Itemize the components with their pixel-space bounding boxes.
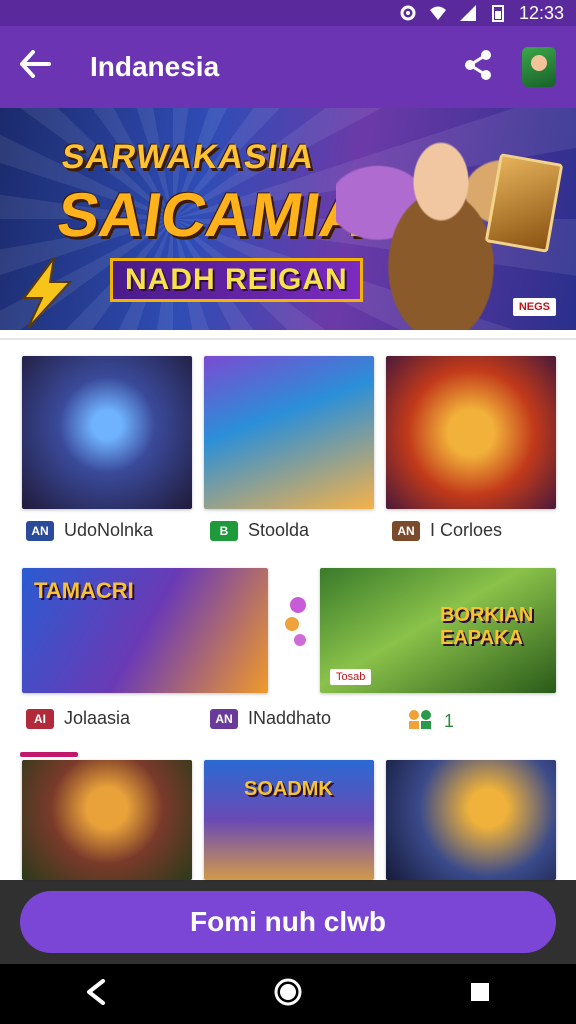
game-label[interactable]: AI Jolaasia: [26, 708, 130, 729]
game-title: INaddhato: [248, 708, 332, 728]
game-label[interactable]: AN UdoNolnka: [26, 520, 153, 541]
page-title: Indanesia: [90, 51, 220, 82]
game-card[interactable]: [386, 356, 556, 509]
signal-icon: [459, 4, 477, 22]
share-button[interactable]: [448, 37, 508, 97]
bottom-action-bar: Fomi nuh clwb: [0, 880, 576, 964]
status-bar: 12:33: [0, 0, 576, 26]
card-art-title: SOADMK: [244, 778, 333, 800]
system-nav-bar: [0, 964, 576, 1024]
settings-icon: [399, 4, 417, 22]
game-card[interactable]: [386, 760, 556, 880]
game-logo-icon: AN: [392, 520, 420, 541]
game-label[interactable]: AN INaddhato: [210, 708, 331, 729]
avatar[interactable]: [522, 47, 556, 87]
nav-home-button[interactable]: [258, 964, 318, 1024]
game-logo-icon: AI: [26, 708, 54, 729]
banner-badge: NEGS: [512, 298, 556, 316]
game-logo-icon: B: [210, 520, 238, 541]
wifi-icon: [429, 4, 447, 22]
card-chip: Tosab: [330, 669, 372, 685]
game-logo-icon: AN: [210, 708, 238, 729]
game-title: Jolaasia: [64, 708, 131, 728]
card-art: [22, 356, 192, 509]
game-logo-icon: AN: [26, 520, 54, 541]
game-label[interactable]: 1: [406, 708, 454, 735]
game-title: I Corloes: [430, 520, 503, 540]
nav-back-button[interactable]: [66, 964, 126, 1024]
people-icon: [406, 708, 434, 735]
nav-back-icon: [85, 978, 107, 1010]
game-label[interactable]: AN I Corloes: [392, 520, 502, 541]
back-arrow-icon: [19, 48, 51, 87]
game-card[interactable]: TAMACRI: [22, 568, 268, 693]
status-time: 12:33: [518, 2, 564, 23]
card-art: [386, 356, 556, 509]
card-art-title: TAMACRI: [34, 578, 134, 603]
game-label[interactable]: B Stoolda: [210, 520, 309, 541]
join-club-button[interactable]: Fomi nuh clwb: [20, 891, 556, 953]
banner-title: SAICAMIA: [53, 181, 370, 250]
banner-subtitle: SARWAKASIIA: [59, 138, 317, 176]
game-count: 1: [444, 711, 455, 731]
card-art: [204, 356, 374, 509]
nav-recents-button[interactable]: [450, 964, 510, 1024]
game-title: UdoNolnka: [64, 520, 154, 540]
back-button[interactable]: [0, 26, 70, 108]
nav-recents-icon: [469, 981, 491, 1008]
game-card[interactable]: SOADMK: [204, 760, 374, 880]
hero-banner[interactable]: SARWAKASIIA SAICAMIA NADH REIGAN NEGS: [0, 108, 576, 330]
game-card[interactable]: [22, 760, 192, 880]
share-icon: [462, 49, 494, 86]
app-bar: Indanesia: [0, 26, 576, 108]
nav-home-icon: [273, 977, 303, 1012]
lightning-bolt-icon: [22, 258, 73, 328]
divider: [0, 338, 576, 340]
card-art: [22, 760, 192, 880]
card-art-title: BORKIAN EAPAKA: [440, 604, 534, 649]
card-art: [386, 760, 556, 880]
game-card[interactable]: [204, 356, 374, 509]
game-title: Stoolda: [248, 520, 310, 540]
section-indicator: [20, 752, 78, 757]
game-card[interactable]: BORKIAN EAPAKA Tosab: [320, 568, 556, 693]
banner-tagline: NADH REIGAN: [110, 258, 363, 302]
battery-icon: [489, 4, 507, 22]
game-card[interactable]: [22, 356, 192, 509]
flower-icon: [285, 597, 306, 646]
